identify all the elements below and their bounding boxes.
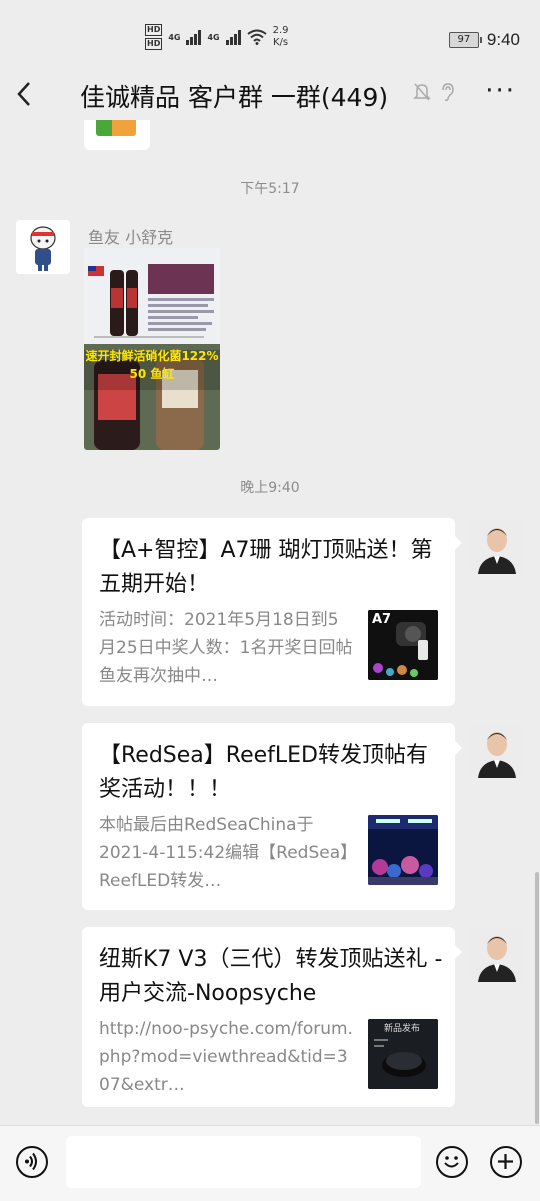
status-network: HD HD 4G 4G 2.9 K/s [145, 24, 289, 50]
image-caption: 速开封鲜活硝化菌122% [85, 349, 219, 363]
chat-header: 佳诚精品 客户群 一群(449) ··· [0, 70, 540, 120]
avatar[interactable] [470, 520, 524, 574]
avatar[interactable] [470, 724, 524, 778]
message-list[interactable]: 下午5:17 鱼友 小舒克 速开封鲜活硝化菌122% 50 鱼缸 晚上9:40 … [0, 120, 540, 1125]
ear-icon [442, 83, 454, 102]
wifi-icon [247, 29, 267, 45]
thumbnail-label: 新品发布 [384, 1024, 421, 1034]
timestamp: 下午5:17 [240, 181, 300, 197]
link-card[interactable]: 【A+智控】A7珊 瑚灯顶贴送！第五期开始！ 活动时间：2021年5月18日到5… [82, 518, 462, 706]
sticker-message[interactable] [84, 120, 150, 150]
avatar[interactable] [470, 928, 524, 982]
chevron-left-icon[interactable] [16, 80, 32, 114]
plus-icon[interactable] [490, 1146, 522, 1178]
avatar[interactable] [16, 220, 70, 274]
more-button[interactable]: ··· [485, 76, 516, 106]
hd-badge: HD [145, 24, 163, 36]
signal-icon [225, 29, 241, 45]
input-bar [0, 1125, 540, 1201]
card-description: http://noo-psyche.com/forum.php?mod=view… [99, 1019, 353, 1095]
card-title: 【A+智控】A7珊 瑚灯顶贴送！第五期开始！ [99, 538, 433, 597]
status-bar: HD HD 4G 4G 2.9 K/s 97 9:40 [0, 0, 540, 70]
card-title: 【RedSea】ReefLED转发顶帖有奖活动！！！ [99, 743, 428, 802]
image-caption: 50 鱼缸 [129, 367, 175, 381]
timestamp: 晚上9:40 [240, 480, 300, 496]
thumbnail-label: A7 [372, 612, 392, 627]
sender-name: 鱼友 小舒克 [88, 228, 174, 247]
network-speed: 2.9 K/s [272, 25, 289, 48]
image-message[interactable]: 速开封鲜活硝化菌122% 50 鱼缸 [84, 248, 220, 450]
message-input[interactable] [66, 1136, 421, 1188]
thumbs-up-sticker [96, 120, 136, 136]
card-description: 活动时间：2021年5月18日到5月25日中奖人数：1名开奖日回帖鱼友再次抽中… [99, 610, 353, 686]
emoji-icon[interactable] [436, 1146, 468, 1178]
chat-title: 佳诚精品 客户群 一群(449) [80, 83, 389, 112]
card-title: 纽斯K7 V3（三代）转发顶贴送礼 - 用户交流-Noopsyche [99, 947, 443, 1006]
card-thumbnail: A7 [368, 610, 438, 680]
network-type: 4G [168, 32, 181, 42]
signal-icon [186, 29, 202, 45]
card-thumbnail: 新品发布 [368, 1019, 438, 1089]
hd-badge: HD [145, 38, 163, 50]
card-thumbnail [368, 815, 438, 885]
bell-off-icon [413, 83, 431, 101]
network-type: 4G [207, 32, 220, 42]
clock: 9:40 [486, 30, 520, 49]
scrollbar[interactable] [535, 872, 539, 1124]
link-card[interactable]: 纽斯K7 V3（三代）转发顶贴送礼 - 用户交流-Noopsyche http:… [82, 927, 462, 1107]
card-description: 本帖最后由RedSeaChina于2021-4-115:42编辑【RedSea】… [99, 815, 349, 891]
voice-icon[interactable] [16, 1146, 48, 1178]
link-card[interactable]: 【RedSea】ReefLED转发顶帖有奖活动！！！ 本帖最后由RedSeaCh… [82, 723, 462, 910]
battery-icon: 97 [448, 32, 482, 48]
